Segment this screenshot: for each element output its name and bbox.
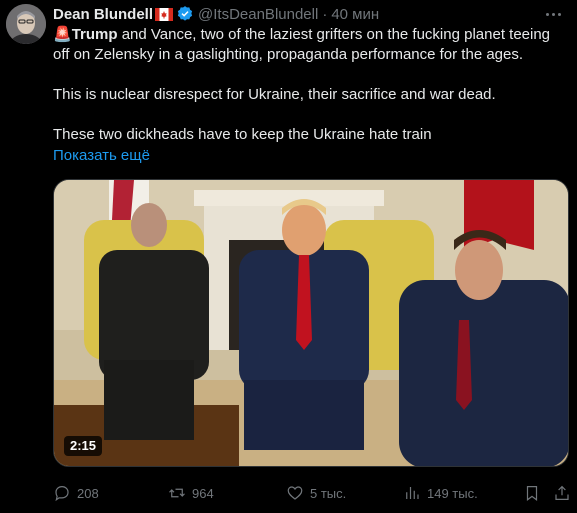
- tweet-paragraph-3: These two dickheads have to keep the Ukr…: [53, 126, 432, 143]
- tweet-header: Dean Blundell @ItsDeanBlundell · 40 мин: [53, 4, 379, 24]
- show-more-link[interactable]: Показать ещё: [53, 146, 150, 166]
- tweet-text: 🚨Trump and Vance, two of the laziest gri…: [53, 25, 568, 145]
- share-button[interactable]: [553, 484, 577, 502]
- reply-count: 208: [77, 485, 99, 501]
- author-avatar[interactable]: [6, 4, 46, 44]
- video-player[interactable]: 2:15: [53, 179, 569, 467]
- dot-separator: ·: [322, 5, 328, 23]
- author-name[interactable]: Dean Blundell: [53, 6, 153, 23]
- retweet-icon: [169, 488, 185, 498]
- bookmark-button[interactable]: [523, 484, 547, 502]
- bold-lead: Trump: [71, 26, 118, 43]
- bookmark-icon: [526, 486, 538, 501]
- tweet-paragraph-1: 🚨Trump and Vance, two of the laziest gri…: [53, 25, 568, 65]
- like-count: 5 тыс.: [310, 485, 347, 501]
- verified-badge-icon: [177, 6, 193, 21]
- author-handle[interactable]: @ItsDeanBlundell: [198, 6, 318, 23]
- heart-icon: [287, 486, 303, 500]
- video-duration: 2:15: [64, 436, 103, 456]
- alarm-emoji: 🚨: [53, 26, 72, 43]
- tweet-timestamp[interactable]: 40 мин: [331, 6, 379, 23]
- retweet-button[interactable]: 964: [168, 484, 214, 502]
- reply-icon: [55, 486, 69, 502]
- video-frame: [54, 180, 568, 466]
- canada-flag-icon: [155, 7, 174, 21]
- view-count: 149 тыс.: [427, 485, 478, 501]
- retweet-count: 964: [192, 485, 214, 501]
- tweet-paragraph-2: This is nuclear disrespect for Ukraine, …: [53, 86, 496, 103]
- more-options-icon[interactable]: [543, 6, 563, 22]
- reply-button[interactable]: 208: [53, 484, 99, 502]
- paragraph-1-text: and Vance, two of the laziest grifters o…: [53, 26, 551, 63]
- views-button[interactable]: 149 тыс.: [403, 484, 478, 502]
- share-icon: [555, 485, 569, 500]
- views-chart-icon: [406, 487, 419, 499]
- like-button[interactable]: 5 тыс.: [286, 484, 346, 502]
- action-bar: 208 964 5 тыс. 149 тыс.: [53, 482, 569, 504]
